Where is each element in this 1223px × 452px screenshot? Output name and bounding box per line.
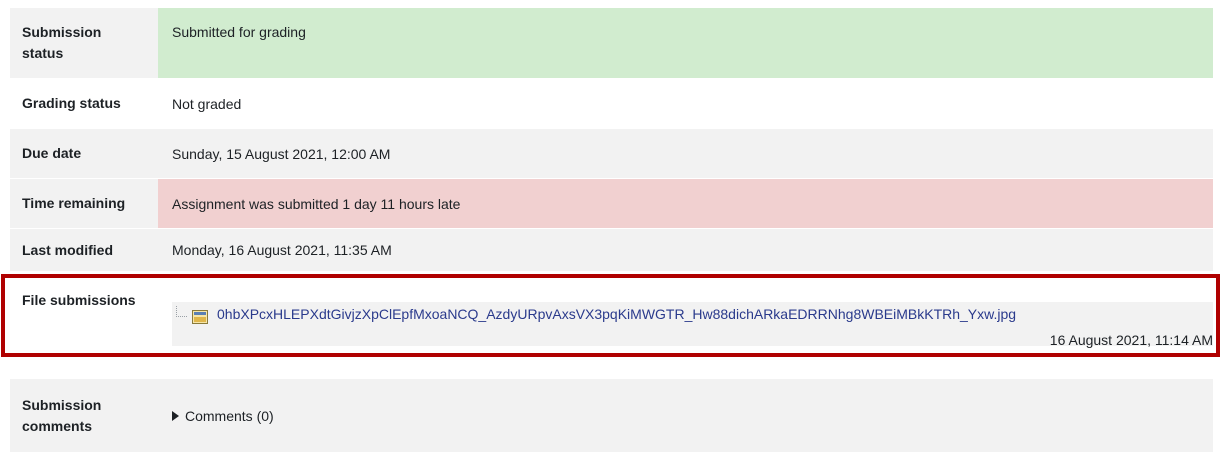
time-remaining-value: Assignment was submitted 1 day 11 hours … — [158, 179, 1213, 228]
due-date-value: Sunday, 15 August 2021, 12:00 AM — [158, 129, 1213, 178]
grading-status-label: Grading status — [10, 79, 158, 128]
submission-comments-label: Submission comments — [10, 379, 158, 452]
submission-comments-row: Submission comments Comments (0) — [10, 379, 1213, 452]
file-submissions-row: File submissions 0hbXPcxHLEPXdtGivjzXpCl… — [10, 272, 1213, 352]
comments-toggle-label: Comments (0) — [185, 407, 274, 424]
file-upload-date: 16 August 2021, 11:14 AM — [1049, 332, 1213, 348]
due-date-row: Due date Sunday, 15 August 2021, 12:00 A… — [10, 129, 1213, 178]
expand-triangle-icon — [172, 410, 179, 421]
time-remaining-row: Time remaining Assignment was submitted … — [10, 179, 1213, 228]
submission-status-value: Submitted for grading — [158, 8, 1213, 78]
comments-toggle[interactable]: Comments (0) — [172, 408, 274, 424]
last-modified-value: Monday, 16 August 2021, 11:35 AM — [158, 229, 1213, 271]
file-submissions-label: File submissions — [10, 272, 158, 352]
last-modified-row: Last modified Monday, 16 August 2021, 11… — [10, 229, 1213, 271]
file-submissions-value: 0hbXPcxHLEPXdtGivjzXpClEpfMxoaNCQ_AzdyUR… — [158, 272, 1213, 352]
submission-status-label: Submission status — [10, 8, 158, 78]
submitted-file-link[interactable]: 0hbXPcxHLEPXdtGivjzXpClEpfMxoaNCQ_AzdyUR… — [217, 306, 1016, 322]
file-tree: 0hbXPcxHLEPXdtGivjzXpClEpfMxoaNCQ_AzdyUR… — [172, 302, 1213, 348]
last-modified-label: Last modified — [10, 229, 158, 271]
time-remaining-label: Time remaining — [10, 179, 158, 228]
due-date-label: Due date — [10, 129, 158, 178]
submission-comments-value: Comments (0) — [158, 379, 1213, 452]
image-file-icon — [192, 310, 208, 324]
tree-connector — [176, 306, 187, 317]
submission-status-row: Submission status Submitted for grading — [10, 8, 1213, 78]
grading-status-row: Grading status Not graded — [10, 79, 1213, 128]
grading-status-value: Not graded — [158, 79, 1213, 128]
